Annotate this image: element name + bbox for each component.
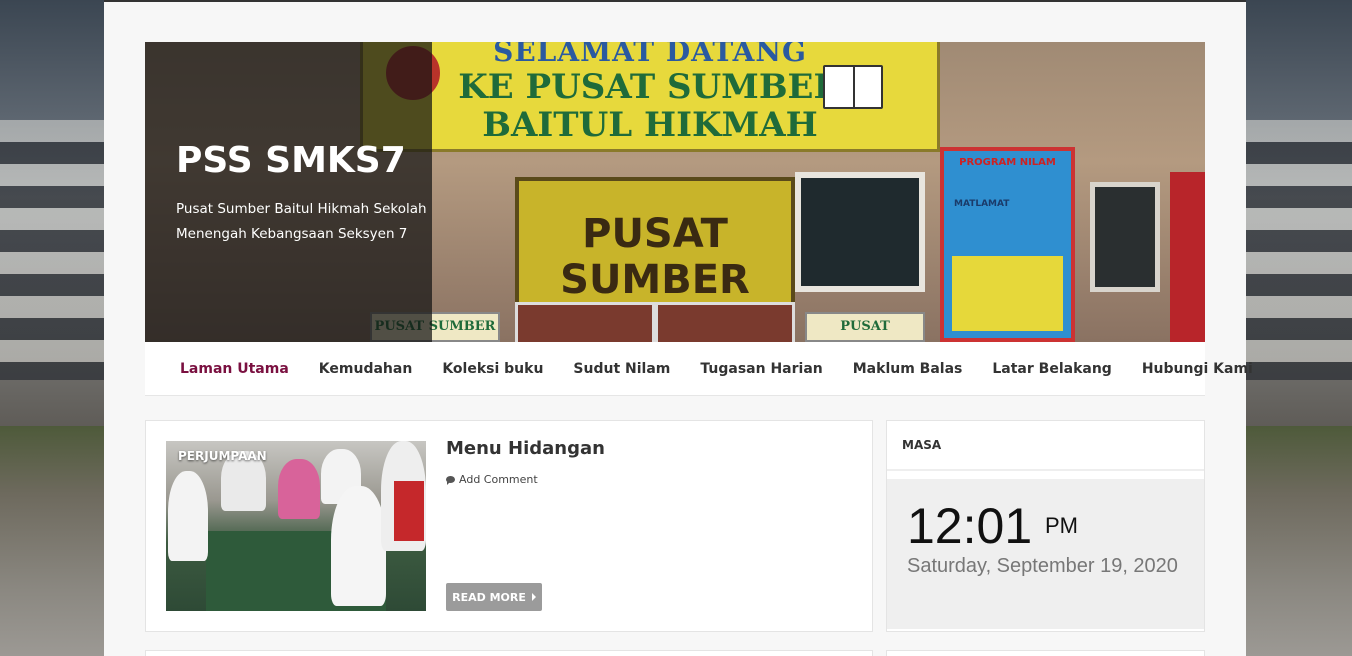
banner-small-sign-right: PUSAT SUMBER	[805, 312, 925, 342]
thumb-person	[168, 471, 208, 561]
poster-panel	[952, 256, 1063, 331]
site-title[interactable]: PSS SMKS7	[176, 140, 406, 181]
thumb-person	[331, 486, 386, 606]
post-thumbnail[interactable]: PERJUMPAAN	[166, 441, 426, 611]
clock-ampm: PM	[1045, 513, 1078, 538]
clock-time: 12:01	[907, 498, 1033, 554]
background-photo-left	[0, 0, 104, 656]
post-card-next	[145, 650, 873, 656]
nav-item-latar-belakang[interactable]: Latar Belakang	[977, 361, 1126, 377]
nav-item-hubungi-kami[interactable]: Hubungi Kami	[1127, 361, 1268, 377]
read-more-label: READ MORE	[452, 590, 526, 604]
comment-icon	[446, 476, 455, 485]
banner-window	[795, 172, 925, 292]
nav-item-koleksi-buku[interactable]: Koleksi buku	[427, 361, 558, 377]
background-photo-right	[1246, 0, 1352, 656]
banner-door-left	[515, 302, 655, 342]
poster-subheading: MATLAMAT	[954, 199, 1010, 209]
add-comment-link[interactable]: Add Comment	[446, 473, 538, 486]
poster-heading: PROGRAM NILAM	[959, 157, 1056, 168]
banner-sign-line3: BAITUL HIKMAH	[482, 105, 818, 145]
post-category-label[interactable]: PERJUMPAAN	[178, 449, 267, 463]
thumb-person	[278, 459, 320, 519]
open-book-icon	[823, 65, 883, 109]
add-comment-label: Add Comment	[459, 473, 538, 486]
page-container: SELAMAT DATANG KE PUSAT SUMBER BAITUL HI…	[104, 2, 1253, 656]
nav-item-tugasan-harian[interactable]: Tugasan Harian	[685, 361, 837, 377]
nav-item-laman-utama[interactable]: Laman Utama	[165, 361, 304, 377]
clock-display: 12:01 PM Saturday, September 19, 2020	[887, 479, 1204, 629]
nav-item-sudut-nilam[interactable]: Sudut Nilam	[558, 361, 685, 377]
main-nav: Laman Utama Kemudahan Koleksi buku Sudut…	[145, 342, 1253, 396]
thumb-detail	[394, 481, 424, 541]
banner-door-right	[655, 302, 795, 342]
sidebar-widget-next	[886, 650, 1205, 656]
post-title[interactable]: Menu Hidangan	[446, 438, 605, 459]
banner-window-right	[1090, 182, 1160, 292]
nav-item-maklum-balas[interactable]: Maklum Balas	[838, 361, 978, 377]
banner-center-sign: PUSAT SUMBER	[515, 177, 795, 307]
caret-right-icon	[531, 593, 536, 601]
banner-center-sign-text: PUSAT SUMBER	[560, 211, 750, 303]
banner-red-board	[1170, 172, 1205, 342]
clock-date: Saturday, September 19, 2020	[907, 555, 1178, 577]
read-more-button[interactable]: READ MORE	[446, 583, 542, 611]
nav-item-kemudahan[interactable]: Kemudahan	[304, 361, 428, 377]
clock-widget: MASA 12:01 PM Saturday, September 19, 20…	[886, 420, 1205, 632]
widget-divider	[887, 469, 1204, 471]
banner-poster: PROGRAM NILAM MATLAMAT	[940, 147, 1075, 342]
banner-welcome-sign: SELAMAT DATANG KE PUSAT SUMBER BAITUL HI…	[360, 42, 940, 152]
title-overlay	[145, 42, 432, 342]
widget-title: MASA	[902, 438, 942, 452]
site-description: Pusat Sumber Baitul Hikmah Sekolah Menen…	[176, 201, 427, 242]
post-card: PERJUMPAAN Menu Hidangan Add Comment REA…	[145, 420, 873, 632]
header-banner: SELAMAT DATANG KE PUSAT SUMBER BAITUL HI…	[145, 42, 1205, 342]
